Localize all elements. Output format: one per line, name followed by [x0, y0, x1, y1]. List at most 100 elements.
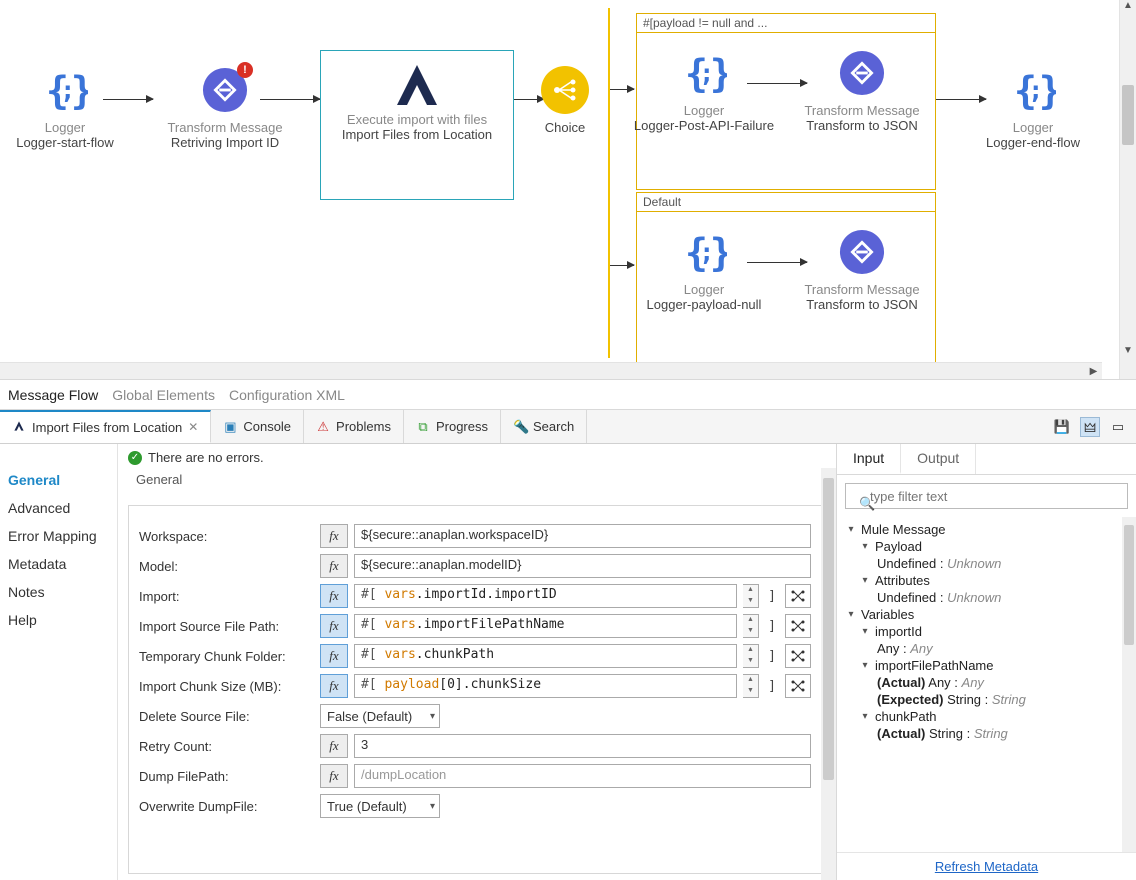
caret-icon[interactable]: ▾ [859, 575, 871, 586]
caret-icon[interactable]: ▾ [859, 626, 871, 637]
select-overwrite-dump[interactable]: True (Default) [320, 794, 440, 818]
tab-message-flow[interactable]: Message Flow [8, 387, 98, 403]
choice-branch-1[interactable]: #[payload != null and ... {;} Logger Log… [636, 13, 936, 190]
caret-icon[interactable]: ▾ [845, 524, 857, 535]
fx-toggle-import[interactable]: fx [320, 584, 348, 608]
node-branch2-transform[interactable]: Transform Message Transform to JSON [787, 228, 937, 312]
node-logger-end[interactable]: {;} Logger Logger-end-flow [958, 66, 1108, 150]
close-icon[interactable]: ✕ [188, 420, 198, 434]
label-model: Model: [139, 559, 314, 574]
filter-input[interactable] [845, 483, 1128, 509]
node-branch1-logger[interactable]: {;} Logger Logger-Post-API-Failure [629, 49, 779, 133]
node-name-label: Logger-Post-API-Failure [629, 118, 779, 133]
tab-global-elements[interactable]: Global Elements [112, 387, 215, 403]
tab-configuration-xml[interactable]: Configuration XML [229, 387, 345, 403]
nav-item-advanced[interactable]: Advanced [0, 494, 117, 522]
node-transform-retrieve[interactable]: ! Transform Message Retriving Import ID [150, 66, 300, 150]
spinner-import-source-path[interactable]: ▲▼ [743, 614, 759, 638]
nav-item-notes[interactable]: Notes [0, 578, 117, 606]
input-temp-chunk[interactable]: #[ vars.chunkPath [354, 644, 737, 668]
tree-node[interactable]: importId [875, 624, 922, 639]
map-button-chunk-size[interactable] [785, 674, 811, 698]
node-name-label: Logger-payload-null [629, 297, 779, 312]
select-delete-source[interactable]: False (Default) [320, 704, 440, 728]
fx-toggle-model[interactable]: fx [320, 554, 348, 578]
node-choice[interactable]: Choice [520, 66, 610, 135]
transform-icon [838, 228, 886, 276]
input-dump-path[interactable]: /dumpLocation [354, 764, 811, 788]
map-button-temp-chunk[interactable] [785, 644, 811, 668]
caret-icon[interactable]: ▾ [845, 609, 857, 620]
form-v-scrollbar[interactable] [821, 468, 836, 880]
input-import-source-path[interactable]: #[ vars.importFilePathName [354, 614, 737, 638]
caret-icon[interactable]: ▾ [859, 541, 871, 552]
node-type-label: Logger [0, 120, 140, 135]
map-button-import-source-path[interactable] [785, 614, 811, 638]
editor-tab-import-files[interactable]: Import Files from Location ✕ [0, 410, 211, 443]
editor-tab-console[interactable]: ▣ Console [211, 410, 304, 443]
nav-item-help[interactable]: Help [0, 606, 117, 634]
tree-node[interactable]: Payload [875, 539, 922, 554]
input-chunk-size[interactable]: #[ payload[0].chunkSize [354, 674, 737, 698]
flow-canvas[interactable]: {;} Logger Logger-start-flow ! Transform… [0, 0, 1119, 379]
close-bracket: ] [765, 679, 779, 694]
editor-tab-label: Problems [336, 419, 391, 434]
editor-tab-label: Progress [436, 419, 488, 434]
metadata-tree[interactable]: ▾Mule Message ▾Payload Undefined : Unkno… [837, 517, 1136, 852]
nav-item-general[interactable]: General [0, 466, 117, 494]
restore-view-icon[interactable]: ▭ [1108, 417, 1128, 437]
tree-node[interactable]: Attributes [875, 573, 930, 588]
editor-tab-progress[interactable]: ⧉ Progress [404, 410, 501, 443]
fx-toggle-workspace[interactable]: fx [320, 524, 348, 548]
tree-node[interactable]: chunkPath [875, 709, 936, 724]
node-branch1-transform[interactable]: Transform Message Transform to JSON [787, 49, 937, 133]
fx-toggle-dump-path[interactable]: fx [320, 764, 348, 788]
tree-view-icon[interactable]: 🜲 [1080, 417, 1100, 437]
svg-text:}: } [71, 68, 88, 113]
editor-tab-label: Import Files from Location [32, 420, 182, 435]
nav-item-metadata[interactable]: Metadata [0, 550, 117, 578]
node-name-label: Import Files from Location [327, 127, 507, 142]
io-panel: Input Output 🔍 ▾Mule Message ▾Payload Un… [836, 444, 1136, 880]
tree-node[interactable]: Variables [861, 607, 914, 622]
node-logger-start[interactable]: {;} Logger Logger-start-flow [0, 66, 140, 150]
tree-node[interactable]: Mule Message [861, 522, 946, 537]
refresh-metadata-link[interactable]: Refresh Metadata [935, 859, 1038, 874]
editor-tab-problems[interactable]: ⚠ Problems [304, 410, 404, 443]
io-tab-input[interactable]: Input [837, 444, 901, 474]
input-retry-count[interactable]: 3 [354, 734, 811, 758]
spinner-temp-chunk[interactable]: ▲▼ [743, 644, 759, 668]
node-type-label: Transform Message [787, 103, 937, 118]
fx-toggle-chunk-size[interactable]: fx [320, 674, 348, 698]
search-icon: 🔦 [513, 419, 527, 435]
node-branch2-logger[interactable]: {;} Logger Logger-payload-null [629, 228, 779, 312]
canvas-v-scrollbar[interactable]: ▲▼ [1119, 0, 1136, 379]
input-model[interactable]: ${secure::anaplan.modelID} [354, 554, 811, 578]
branch-condition-label: #[payload != null and ... [637, 14, 935, 33]
node-type-label: Logger [958, 120, 1108, 135]
choice-branch-2[interactable]: Default {;} Logger Logger-payload-null T… [636, 192, 936, 369]
spinner-chunk-size[interactable]: ▲▼ [743, 674, 759, 698]
nav-item-error-mapping[interactable]: Error Mapping [0, 522, 117, 550]
caret-icon[interactable]: ▾ [859, 711, 871, 722]
tree-node[interactable]: importFilePathName [875, 658, 994, 673]
node-type-label: Transform Message [150, 120, 300, 135]
node-type-label: Execute import with files [327, 112, 507, 127]
tree-v-scrollbar[interactable] [1122, 517, 1136, 852]
label-dump-path: Dump FilePath: [139, 769, 314, 784]
input-workspace[interactable]: ${secure::anaplan.workspaceID} [354, 524, 811, 548]
spinner-import[interactable]: ▲▼ [743, 584, 759, 608]
branch-condition-label: Default [637, 193, 935, 212]
fx-toggle-retry-count[interactable]: fx [320, 734, 348, 758]
io-tab-output[interactable]: Output [901, 444, 976, 474]
save-icon[interactable]: 💾 [1052, 417, 1072, 437]
editor-tab-search[interactable]: 🔦 Search [501, 410, 587, 443]
caret-icon[interactable]: ▾ [859, 660, 871, 671]
properties-form-wrap: ✓ There are no errors. General Workspace… [118, 444, 836, 880]
input-import[interactable]: #[ vars.importId.importID [354, 584, 737, 608]
map-button-import[interactable] [785, 584, 811, 608]
node-execute-import[interactable]: Execute import with files Import Files f… [320, 50, 514, 200]
canvas-h-scrollbar[interactable]: ▶ [0, 362, 1102, 379]
fx-toggle-import-source-path[interactable]: fx [320, 614, 348, 638]
fx-toggle-temp-chunk[interactable]: fx [320, 644, 348, 668]
